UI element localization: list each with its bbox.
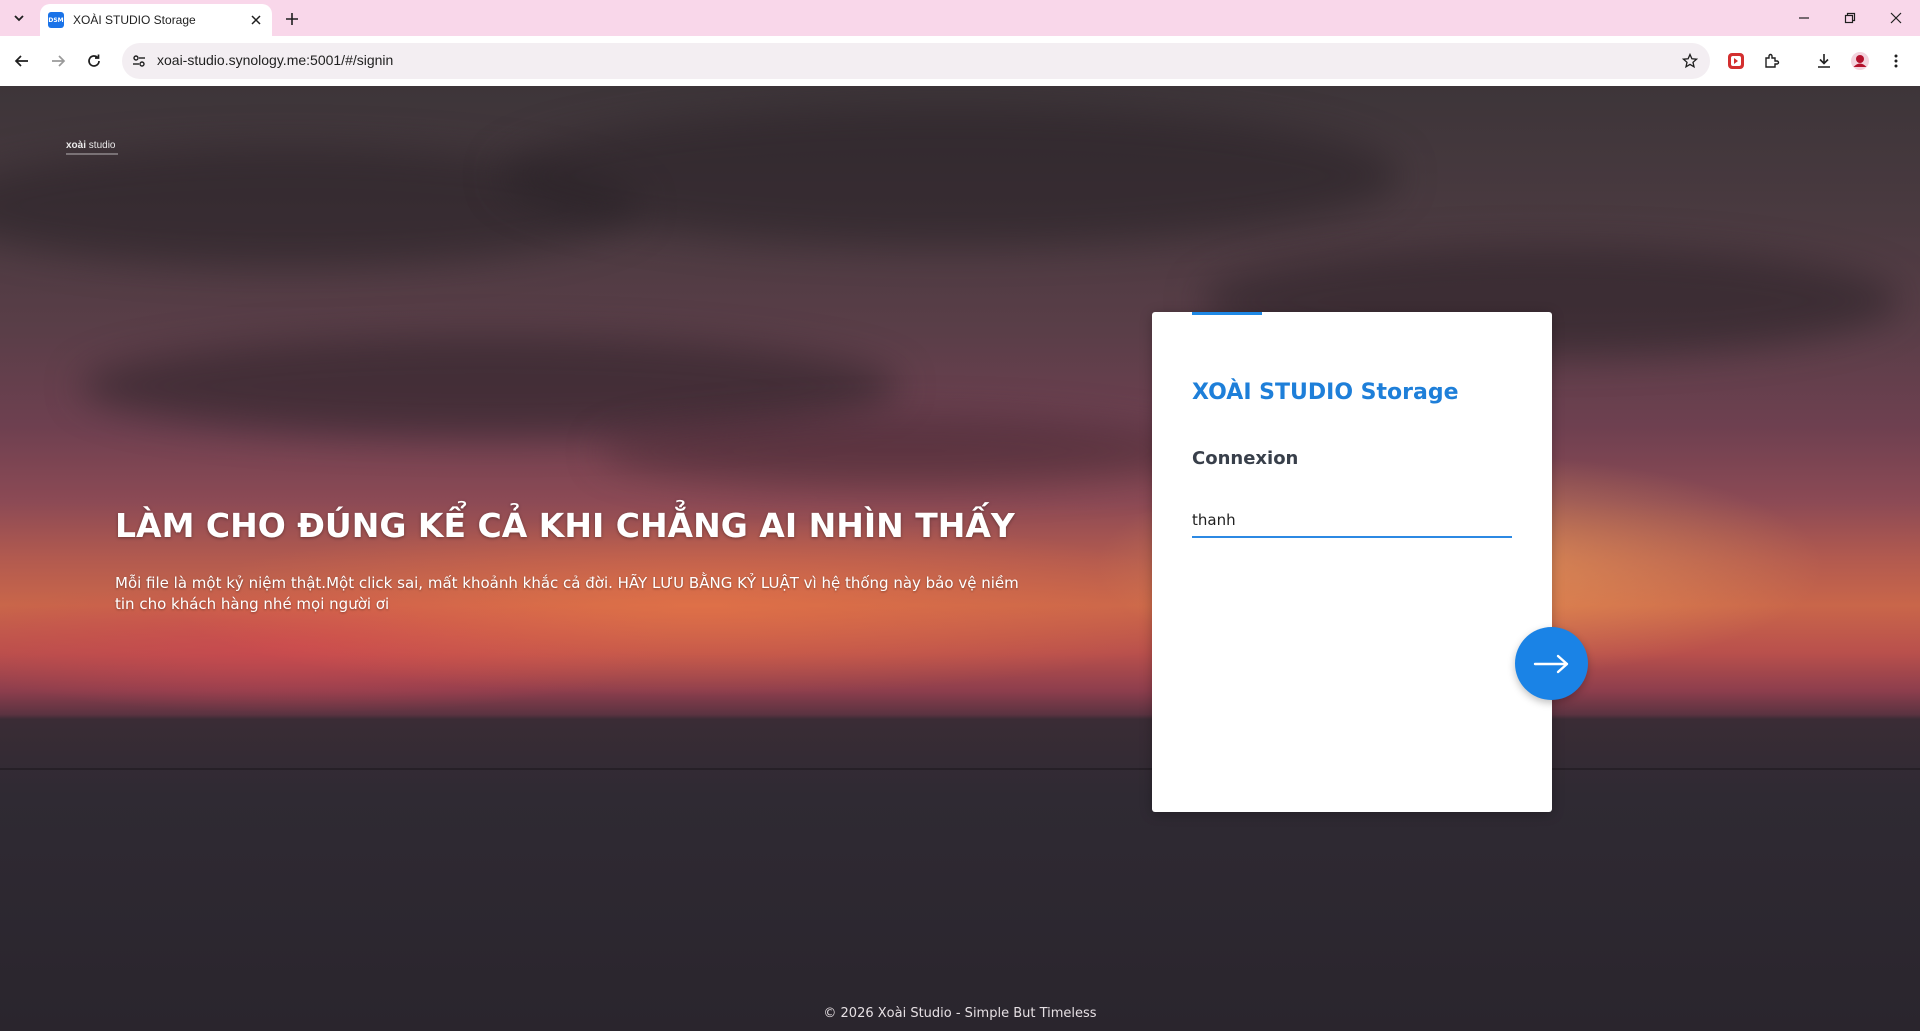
reload-icon	[88, 54, 100, 67]
next-button[interactable]	[1515, 627, 1588, 700]
login-card: XOÀI STUDIO Storage Connexion	[1152, 312, 1552, 812]
site-info-button[interactable]	[130, 52, 148, 70]
logo-bold-text: xoài	[66, 140, 87, 151]
login-subtitle: Connexion	[1192, 448, 1299, 469]
puzzle-icon	[1765, 53, 1780, 68]
profile-button[interactable]	[1848, 49, 1872, 73]
reload-button[interactable]	[81, 48, 107, 74]
browser-toolbar: xoai-studio.synology.me:5001/#/signin	[0, 36, 1920, 86]
studio-logo: xoài studio	[66, 140, 118, 155]
browser-tab[interactable]: DSM XOÀI STUDIO Storage	[40, 4, 272, 36]
chevron-down-icon	[14, 15, 24, 22]
signin-page-background: xoài studio LÀM CHO ĐÚNG KỂ CẢ KHI CHẲNG…	[0, 86, 1920, 1031]
new-tab-button[interactable]	[280, 8, 304, 30]
download-icon	[1818, 54, 1830, 68]
bookmark-button[interactable]	[1680, 51, 1700, 71]
close-icon	[1890, 12, 1902, 24]
arrow-right-icon	[1533, 654, 1568, 673]
hero-description: Mỗi file là một kỷ niệm thật.Một click s…	[115, 574, 1019, 613]
tab-close-button[interactable]	[246, 10, 266, 30]
red-extension-button[interactable]	[1724, 49, 1748, 73]
dsm-favicon-icon: DSM	[48, 12, 64, 28]
arrow-right-icon	[52, 55, 66, 67]
cloud-shape	[500, 106, 1400, 246]
star-icon	[1682, 53, 1698, 69]
restore-button[interactable]	[1830, 4, 1870, 32]
cloud-shape	[600, 416, 1200, 486]
hero-title: LÀM CHO ĐÚNG KỂ CẢ KHI CHẲNG AI NHÌN THẤ…	[115, 506, 1015, 545]
address-bar[interactable]: xoai-studio.synology.me:5001/#/signin	[122, 43, 1710, 79]
restore-icon	[1844, 12, 1856, 24]
close-icon	[251, 15, 261, 25]
kebab-menu-icon	[1894, 54, 1898, 68]
close-window-button[interactable]	[1876, 4, 1916, 32]
card-accent-bar	[1192, 312, 1262, 315]
username-input[interactable]	[1192, 504, 1512, 538]
tab-search-button[interactable]	[6, 6, 32, 30]
avatar-icon	[1851, 52, 1869, 70]
extensions-button[interactable]	[1760, 49, 1784, 73]
sea-horizon	[0, 768, 1920, 770]
minimize-icon	[1799, 17, 1809, 19]
downloads-button[interactable]	[1812, 49, 1836, 73]
arrow-left-icon	[14, 55, 28, 67]
tab-title: XOÀI STUDIO Storage	[73, 13, 196, 27]
logo-underline	[66, 153, 118, 155]
minimize-button[interactable]	[1784, 4, 1824, 32]
tune-icon	[133, 55, 145, 67]
address-url: xoai-studio.synology.me:5001/#/signin	[157, 52, 394, 68]
browser-tab-strip: DSM XOÀI STUDIO Storage	[0, 0, 1920, 36]
back-button[interactable]	[9, 48, 35, 74]
footer-copyright: © 2026 Xoài Studio - Simple But Timeless	[823, 1006, 1097, 1021]
login-title: XOÀI STUDIO Storage	[1192, 380, 1459, 405]
forward-button[interactable]	[45, 48, 71, 74]
browser-menu-button[interactable]	[1884, 49, 1908, 73]
red-extension-icon	[1728, 53, 1744, 69]
plus-icon	[286, 13, 298, 25]
logo-light-text: studio	[86, 140, 116, 151]
